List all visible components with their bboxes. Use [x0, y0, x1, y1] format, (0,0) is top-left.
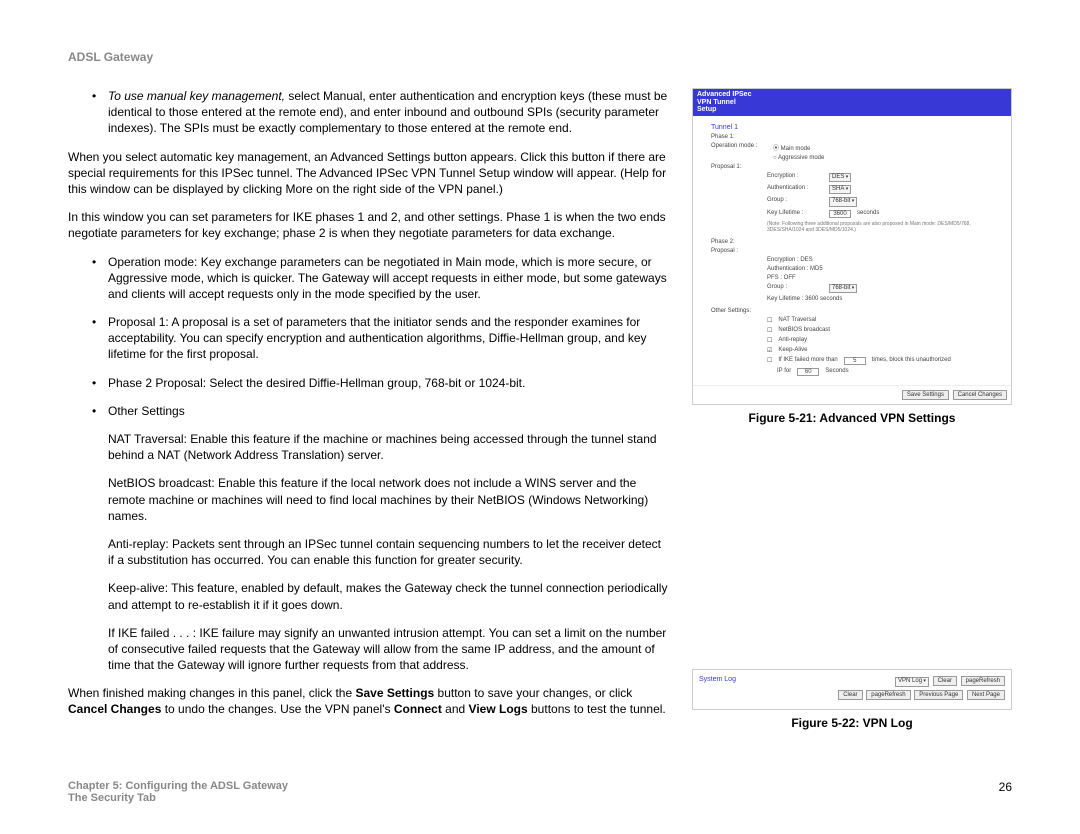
- fig21-save-button[interactable]: Save Settings: [902, 390, 949, 400]
- fig21-phase1: Phase 1:: [711, 134, 767, 140]
- figure-21-box: Advanced IPSec VPN Tunnel Setup Tunnel 1…: [692, 88, 1012, 405]
- fig21-check-keep[interactable]: Keep-Alive: [767, 347, 1005, 354]
- fig21-opmode-lbl: Operation mode :: [711, 143, 767, 152]
- fig21-p2group-select[interactable]: 768-bit: [829, 284, 857, 293]
- cancel-changes-bold: Cancel Changes: [68, 702, 161, 716]
- bullet-phase2: Phase 2 Proposal: Select the desired Dif…: [68, 375, 668, 391]
- sub-netbios: NetBIOS broadcast: Enable this feature i…: [68, 475, 668, 524]
- fig22-clear2[interactable]: Clear: [838, 690, 862, 700]
- save-settings-bold: Save Settings: [356, 686, 435, 700]
- fig21-header: Advanced IPSec VPN Tunnel Setup: [693, 89, 1011, 116]
- fig21-main-radio[interactable]: Main mode: [773, 143, 810, 152]
- page-number: 26: [999, 780, 1012, 804]
- fig21-auth-select[interactable]: SHA: [829, 185, 851, 194]
- body-column: To use manual key management, select Man…: [68, 88, 668, 730]
- fig21-check-nat[interactable]: NAT Traversal: [767, 317, 1005, 324]
- fig22-next[interactable]: Next Page: [967, 690, 1005, 700]
- fig22-refresh2[interactable]: pageRefresh: [866, 690, 910, 700]
- fig21-ike-n[interactable]: 5: [844, 357, 866, 365]
- sub-anti: Anti-replay: Packets sent through an IPS…: [68, 536, 668, 568]
- fig21-tunnel: Tunnel 1: [711, 124, 1005, 131]
- fig21-aggr-radio[interactable]: Aggressive mode: [773, 155, 824, 161]
- connect-bold: Connect: [394, 702, 442, 716]
- sub-keep: Keep-alive: This feature, enabled by def…: [68, 580, 668, 612]
- fig21-check-ike[interactable]: [767, 357, 772, 365]
- fig22-syslog: System Log: [699, 676, 736, 683]
- sub-ike: If IKE failed . . . : IKE failure may si…: [68, 625, 668, 674]
- para-phases: In this window you can set parameters fo…: [68, 209, 668, 241]
- fig21-cancel-button[interactable]: Cancel Changes: [953, 390, 1007, 400]
- fig21-check-anti[interactable]: Anti-replay: [767, 337, 1005, 344]
- figure-21-wrap: Advanced IPSec VPN Tunnel Setup Tunnel 1…: [692, 88, 1012, 425]
- sub-nat: NAT Traversal: Enable this feature if th…: [68, 431, 668, 463]
- fig21-check-netbios[interactable]: NetBIOS broadcast: [767, 327, 1005, 334]
- fig21-caption: Figure 5-21: Advanced VPN Settings: [692, 411, 1012, 425]
- bullet-op-mode: Operation mode: Key exchange parameters …: [68, 254, 668, 303]
- footer-section: The Security Tab: [68, 792, 288, 804]
- para-final: When finished making changes in this pan…: [68, 685, 668, 717]
- figures-column: Advanced IPSec VPN Tunnel Setup Tunnel 1…: [692, 88, 1012, 730]
- fig21-note: (Note: Following three additional propos…: [767, 221, 1005, 233]
- fig22-refresh1[interactable]: pageRefresh: [961, 676, 1005, 686]
- bullet-other: Other Settings: [68, 403, 668, 419]
- fig21-ip-n[interactable]: 60: [797, 368, 819, 376]
- viewlogs-bold: View Logs: [469, 702, 528, 716]
- fig22-prev[interactable]: Previous Page: [914, 690, 963, 700]
- bullet-proposal1: Proposal 1: A proposal is a set of param…: [68, 314, 668, 363]
- fig22-caption: Figure 5-22: VPN Log: [692, 716, 1012, 730]
- figure-22-wrap: System Log VPN Log Clear pageRefresh Cle…: [692, 669, 1012, 729]
- fig21-prop1-lbl: Proposal 1:: [711, 164, 767, 170]
- para-auto-key: When you select automatic key management…: [68, 149, 668, 198]
- fig22-select[interactable]: VPN Log: [895, 677, 929, 686]
- fig21-group-select[interactable]: 768-bit: [829, 197, 857, 206]
- figure-22-box: System Log VPN Log Clear pageRefresh Cle…: [692, 669, 1012, 709]
- footer-chapter: Chapter 5: Configuring the ADSL Gateway: [68, 780, 288, 792]
- fig21-keylife-input[interactable]: 3600: [829, 210, 851, 218]
- fig22-clear1[interactable]: Clear: [933, 676, 957, 686]
- manual-key-em: To use manual key management,: [108, 89, 285, 103]
- doc-header: ADSL Gateway: [68, 50, 1012, 64]
- bullet-manual-key: To use manual key management, select Man…: [68, 88, 668, 137]
- fig21-phase2: Phase 2:: [711, 239, 767, 245]
- page-footer: Chapter 5: Configuring the ADSL Gateway …: [68, 780, 1012, 804]
- fig21-other: Other Settings:: [711, 308, 751, 314]
- fig21-enc-select[interactable]: DES: [829, 173, 851, 182]
